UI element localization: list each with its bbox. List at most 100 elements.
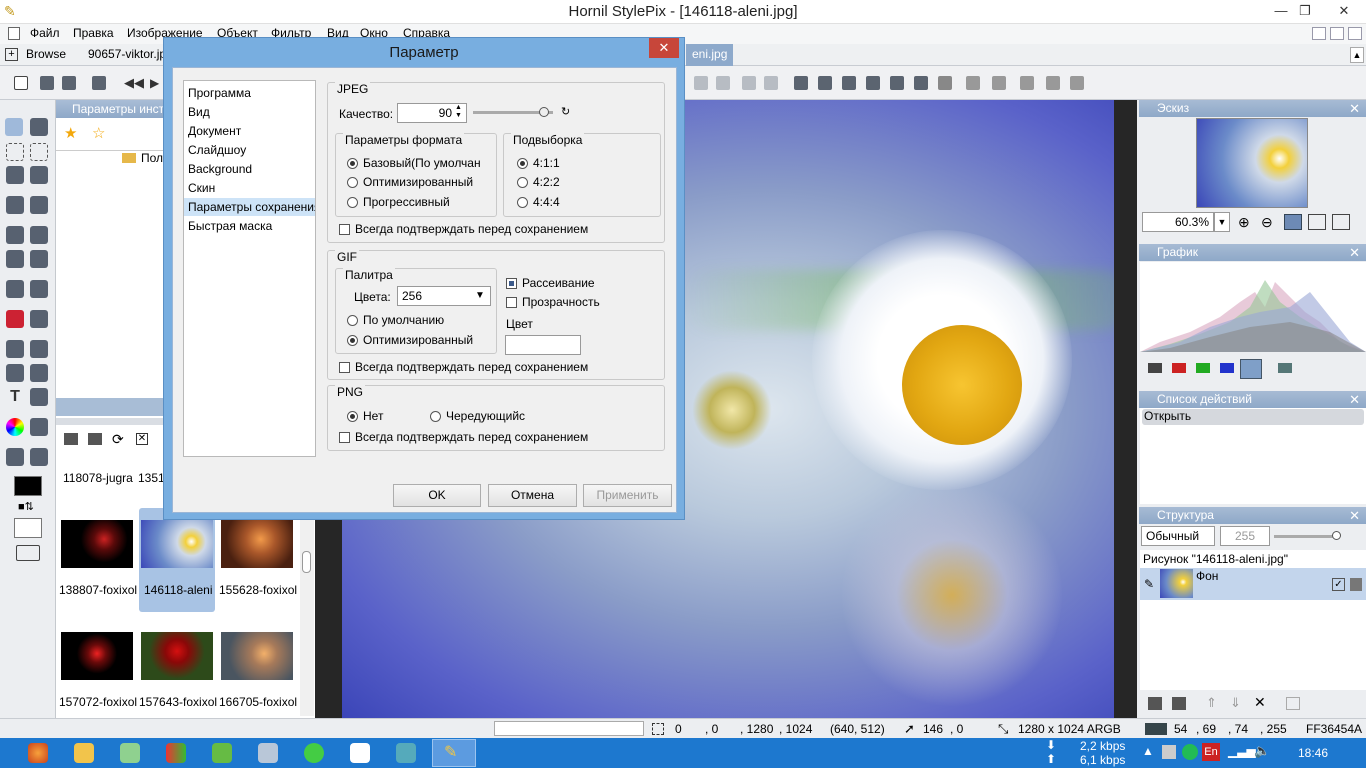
brush-icon[interactable] [6, 226, 24, 244]
jpeg-confirm-checkbox[interactable] [339, 224, 350, 235]
actual-size-icon[interactable] [1308, 214, 1326, 230]
subsample-411-radio[interactable] [517, 158, 528, 169]
close-button[interactable]: ✕ [1322, 1, 1366, 21]
align-left-icon[interactable] [794, 76, 808, 90]
layer-edit-icon[interactable]: ✎ [1144, 577, 1154, 591]
fit-window-icon[interactable] [1284, 214, 1302, 230]
rect-select-icon[interactable] [6, 143, 24, 161]
channel-all-icon[interactable] [1240, 359, 1262, 379]
clone-icon[interactable] [6, 250, 24, 268]
close-structure-icon[interactable]: ✕ [1349, 507, 1360, 524]
subsample-422-label[interactable]: 4:2:2 [533, 175, 560, 189]
png-confirm-label[interactable]: Всегда подтверждать перед сохранением [355, 430, 588, 444]
format-progressive-radio[interactable] [347, 197, 358, 208]
tray-expand-icon[interactable]: ▲ [1142, 744, 1154, 758]
subsample-411-label[interactable]: 4:1:1 [533, 156, 560, 170]
palette-default-radio[interactable] [347, 315, 358, 326]
close-histogram-icon[interactable]: ✕ [1349, 244, 1360, 261]
pen-icon[interactable] [6, 340, 24, 358]
monitor-app-icon[interactable] [396, 743, 416, 763]
subsample-444-label[interactable]: 4:4:4 [533, 195, 560, 209]
delete-layer-icon[interactable]: ✕ [1254, 694, 1266, 711]
zoom-dropdown-icon[interactable]: ▼ [1214, 212, 1230, 232]
nav-skin[interactable]: Скин [188, 179, 215, 197]
maximize-button[interactable]: ❐ [1292, 1, 1318, 21]
tray-whatsapp-icon[interactable] [1182, 744, 1198, 760]
navigator-thumb[interactable] [1196, 118, 1308, 208]
add-tab-icon[interactable]: + [5, 48, 18, 61]
script-icon[interactable] [30, 418, 48, 436]
thumb-caption-146118[interactable]: 146118-aleni [144, 583, 213, 597]
menu-file[interactable]: Файл [30, 26, 60, 40]
nav-background[interactable]: Background [188, 160, 252, 178]
new-layer-icon[interactable] [1148, 697, 1162, 710]
channel-overlay-icon[interactable] [1278, 363, 1292, 373]
nav-slideshow[interactable]: Слайдшоу [188, 141, 246, 159]
nav-view[interactable]: Вид [188, 103, 210, 121]
opacity-slider-handle[interactable] [1332, 531, 1341, 540]
png-interlaced-radio[interactable] [430, 411, 441, 422]
pointer-tool-icon[interactable] [30, 118, 48, 136]
format-optimized-radio[interactable] [347, 177, 358, 188]
thumb-caption-155628[interactable]: 155628-foxixol [219, 583, 297, 597]
transparency-checkbox[interactable] [506, 297, 517, 308]
crop-icon[interactable] [30, 196, 48, 214]
mdi-close-button[interactable] [1348, 27, 1362, 40]
mdi-restore-button[interactable] [1330, 27, 1344, 40]
minimize-button[interactable]: — [1268, 1, 1294, 21]
align-middle-icon[interactable] [890, 76, 904, 90]
thumb-caption-157072[interactable]: 157072-foxixol [59, 695, 137, 709]
print-icon[interactable]: ◀◀ [124, 76, 144, 90]
gradient-icon[interactable] [30, 280, 48, 298]
layer-visible-icon[interactable]: ✓ [1332, 578, 1345, 591]
transparency-color-field[interactable] [505, 335, 581, 355]
jpeg-confirm-label[interactable]: Всегда подтверждать перед сохранением [355, 222, 588, 236]
browser-scroll-thumb[interactable] [302, 551, 311, 573]
duplicate-layer-icon[interactable] [1172, 697, 1186, 710]
png-none-radio[interactable] [347, 411, 358, 422]
mdi-minimize-button[interactable] [1312, 27, 1326, 40]
app-colors-icon[interactable] [166, 743, 186, 763]
star-icon[interactable]: ★ [64, 124, 77, 142]
palette-optimized-label[interactable]: Оптимизированный [363, 333, 473, 347]
eraser-icon[interactable] [30, 226, 48, 244]
quality-slider-handle[interactable] [539, 107, 549, 117]
nav-quick-mask[interactable]: Быстрая маска [188, 217, 272, 235]
tab-file-viktor[interactable]: 90657-viktor.jp [88, 47, 166, 61]
star-outline-icon[interactable]: ☆ [92, 124, 105, 142]
camera-icon[interactable] [16, 545, 40, 561]
nav-document[interactable]: Документ [188, 122, 241, 140]
thumb-caption-118078[interactable]: 118078-jugra [63, 471, 133, 485]
opacity-slider[interactable] [1274, 535, 1338, 538]
align-icon-4[interactable] [764, 76, 778, 90]
channel-rgb-icon[interactable] [1148, 363, 1162, 373]
zoom-tool-icon[interactable] [6, 448, 24, 466]
dither-checkbox[interactable] [506, 278, 517, 289]
thumb-caption-138807[interactable]: 138807-foxixol [59, 583, 137, 597]
apply-button[interactable]: Применить [583, 484, 672, 507]
dither-label[interactable]: Рассеивание [522, 276, 595, 290]
magic-wand-icon[interactable] [30, 166, 48, 184]
view-tool-icon[interactable] [5, 118, 23, 136]
size-h-icon[interactable] [1046, 76, 1060, 90]
line-icon[interactable] [30, 340, 48, 358]
firefox-icon[interactable] [28, 743, 48, 763]
new-file-icon[interactable] [40, 76, 54, 90]
utorrent-icon[interactable] [304, 743, 324, 763]
thumb-166705[interactable] [221, 632, 293, 680]
palette-default-label[interactable]: По умолчанию [363, 313, 444, 327]
move-down-icon[interactable]: ⇓ [1230, 695, 1241, 711]
red-eye-icon[interactable] [6, 310, 24, 328]
thumb-157643[interactable] [141, 632, 213, 680]
thumb-caption-1351[interactable]: 1351 [138, 471, 165, 485]
thumb-155628[interactable] [221, 520, 293, 568]
zoom-input[interactable]: 60.3% [1142, 212, 1214, 232]
fullscreen-icon[interactable] [1332, 214, 1350, 230]
next-icon[interactable]: ▶ [150, 76, 164, 90]
align-right-icon[interactable] [842, 76, 856, 90]
nav-program[interactable]: Программа [188, 84, 251, 102]
foreground-color[interactable] [14, 476, 42, 496]
thumb-138807[interactable] [61, 520, 133, 568]
layer-lock-icon[interactable] [1350, 578, 1362, 591]
quality-reset-icon[interactable]: ↻ [561, 105, 570, 118]
